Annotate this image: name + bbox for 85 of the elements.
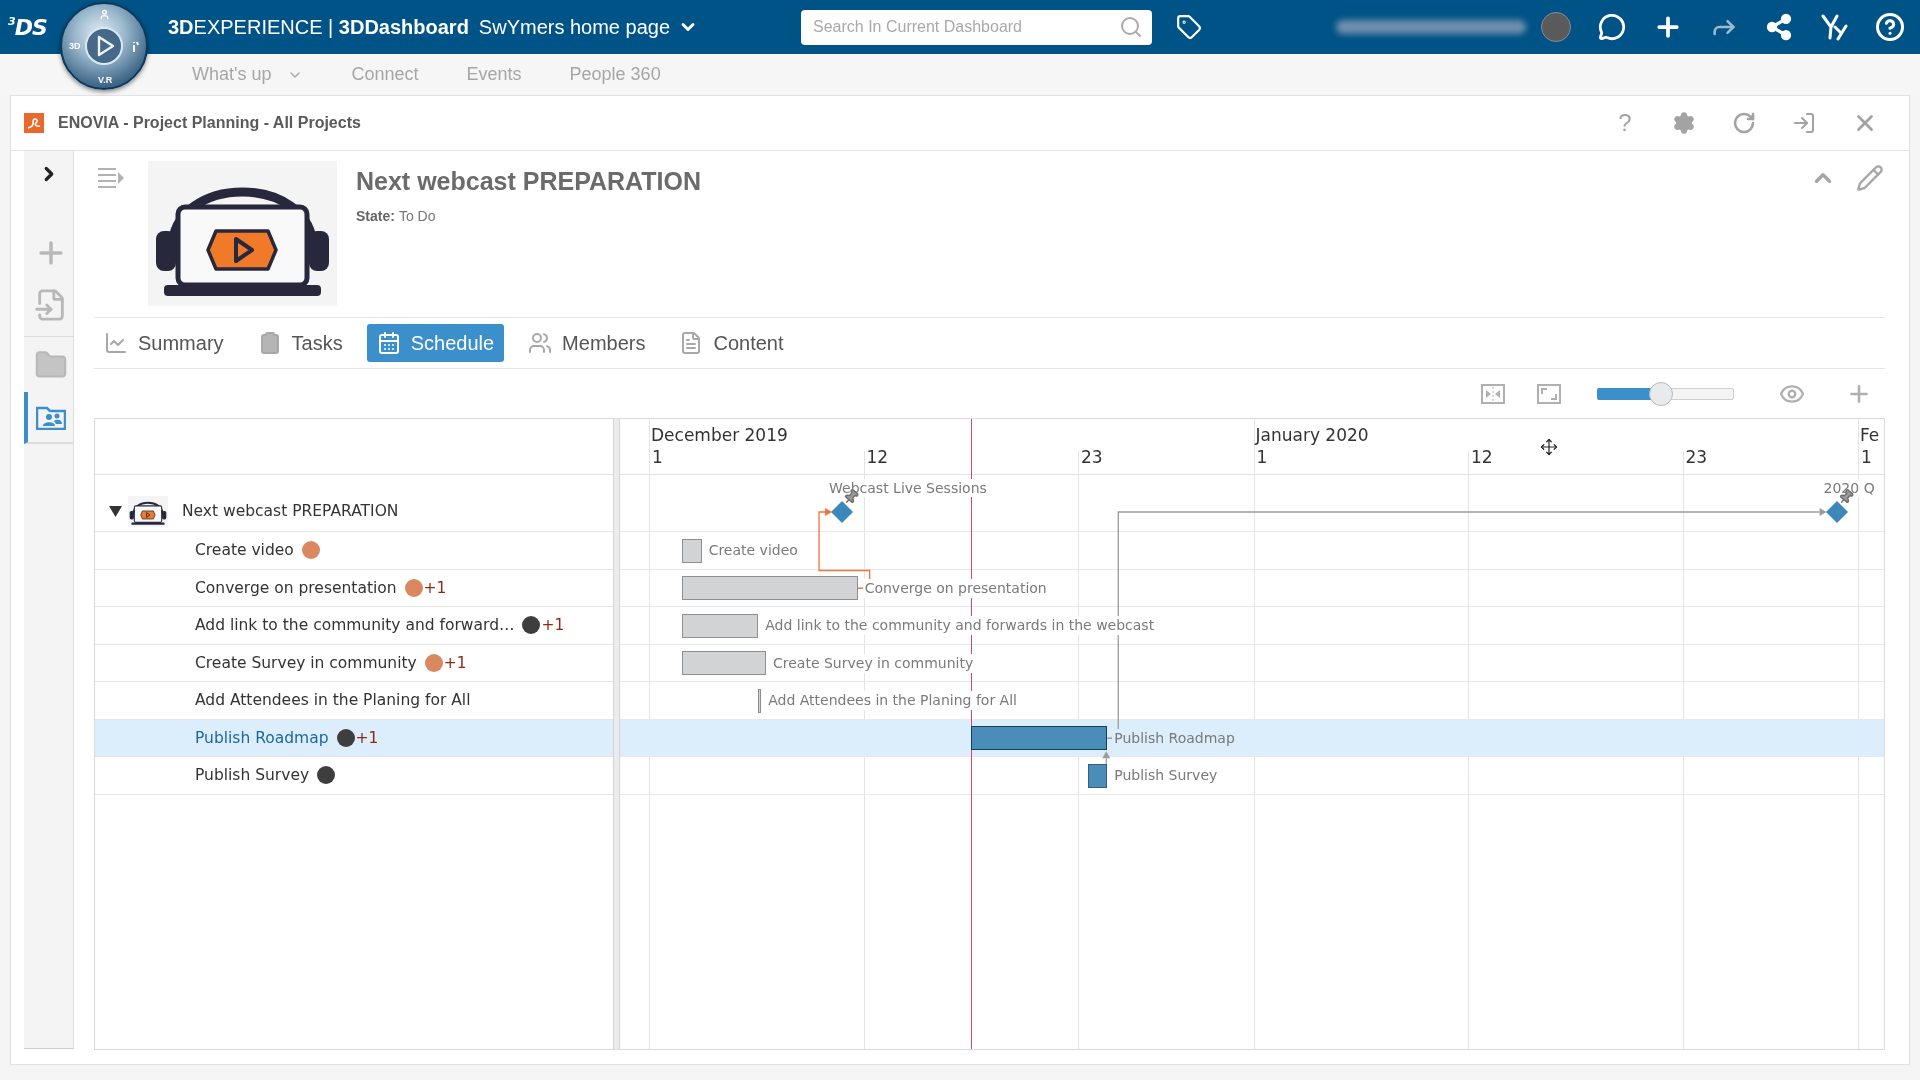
headphones-laptop-icon	[128, 495, 168, 527]
state-label: State:	[356, 208, 395, 224]
user-avatar[interactable]	[1541, 12, 1571, 42]
task-row[interactable]: Create video	[95, 532, 613, 570]
people-folder-icon	[35, 404, 66, 430]
task-name: Create video	[195, 541, 294, 560]
compass-label: 3D	[69, 42, 81, 51]
brand-logo: $^{3}$DS	[8, 15, 48, 39]
sidebar-item[interactable]	[24, 392, 73, 444]
slider-thumb[interactable]	[1649, 381, 1674, 406]
bar-label: Add link to the community and forwards in the webcast	[763, 616, 1157, 635]
task-name: Add Attendees in the Planing for All	[195, 691, 471, 710]
day-label: 12	[866, 447, 889, 467]
more-count: +1	[355, 728, 379, 747]
project-name: Next webcast PREPARATION	[182, 502, 399, 520]
project-row[interactable]: Next webcast PREPARATION	[95, 475, 613, 532]
line-chart-icon	[104, 331, 128, 355]
milestone-label: 2020 Q	[1823, 479, 1875, 497]
y-shape-icon[interactable]	[1820, 13, 1848, 41]
app-title: 3DEXPERIENCE | 3DDashboard	[168, 15, 469, 39]
bar-label: Add Attendees in the Planing for All	[766, 691, 1019, 710]
task-name: Create Survey in community	[195, 653, 417, 672]
task-name: Publish Survey	[195, 766, 310, 785]
task-row[interactable]: Create Survey in community +1	[95, 644, 613, 682]
task-bar[interactable]	[970, 726, 1108, 751]
tab[interactable]: Schedule	[366, 324, 505, 362]
chat-bubble-icon[interactable]	[1598, 13, 1626, 41]
milestone-diamond-icon[interactable]	[831, 501, 854, 523]
task-name: Add link to the community and forward…	[195, 616, 515, 635]
task-row[interactable]: Add Attendees in the Planing for All	[95, 682, 613, 720]
expand-triangle-icon[interactable]	[109, 505, 122, 517]
bar-label: Publish Survey	[1112, 766, 1220, 785]
task-name: Converge on presentation	[195, 578, 397, 597]
play-icon	[84, 26, 124, 66]
calendar-icon	[376, 331, 401, 355]
zoom-slider[interactable]	[1597, 381, 1734, 406]
task-row[interactable]: Add link to the community and forward… +1	[95, 607, 613, 645]
state-value: To Do	[398, 208, 436, 224]
list-indent-icon[interactable]	[97, 166, 125, 190]
more-count: +1	[423, 578, 447, 597]
compass-label: V.R	[98, 76, 113, 85]
person-icon	[99, 9, 110, 20]
day-label: 1	[652, 447, 663, 467]
month-label: Fe	[1860, 425, 1880, 445]
month-label: December 2019	[651, 425, 788, 445]
search-icon[interactable]	[1119, 14, 1143, 39]
search-field[interactable]: Search In Current Dashboard	[801, 9, 1152, 45]
compass-logo[interactable]: 3D V.R	[60, 2, 148, 90]
month-label: January 2020	[1255, 425, 1369, 445]
share-icon[interactable]	[1765, 13, 1793, 41]
widget-title: ENOVIA - Project Planning - All Projects	[58, 114, 361, 132]
bar-label: Create Survey in community	[771, 653, 976, 673]
pencil-icon[interactable]	[1856, 164, 1884, 192]
task-name: Publish Roadmap	[195, 728, 329, 747]
fit-columns-icon[interactable]	[1481, 383, 1505, 404]
tag-icon[interactable]	[1176, 14, 1202, 40]
project-title: Next webcast PREPARATION	[356, 167, 701, 196]
app-icon	[24, 113, 44, 133]
tab[interactable]: Summary	[94, 324, 234, 362]
refresh-icon[interactable]	[1732, 111, 1756, 135]
info-icon	[131, 41, 139, 53]
tab[interactable]: Content	[669, 324, 794, 362]
task-row[interactable]: Converge on presentation +1	[95, 569, 613, 607]
milestone-label: Webcast Live Sessions	[829, 479, 987, 497]
day-label: 23	[1685, 447, 1708, 467]
day-label: 1	[1256, 447, 1268, 467]
users-icon	[528, 331, 553, 355]
help-icon[interactable]	[1875, 12, 1905, 42]
milestone-diamond-icon[interactable]	[1825, 501, 1848, 523]
more-count: +1	[541, 616, 565, 635]
bar-label: Publish Roadmap	[1112, 728, 1237, 748]
day-label: 1	[1861, 447, 1872, 467]
task-row[interactable]: Publish Survey	[95, 757, 613, 795]
more-count: +1	[443, 653, 467, 672]
dashboard-menu[interactable]: SwYmers home page	[478, 15, 699, 39]
bar-label: Converge on presentation	[862, 578, 1049, 598]
day-label: 23	[1081, 447, 1103, 467]
settings-icon[interactable]	[1672, 111, 1696, 135]
tab[interactable]: Tasks	[247, 324, 353, 362]
sign-in-icon[interactable]	[1792, 111, 1816, 135]
expand-frame-icon[interactable]	[1537, 383, 1561, 404]
day-label: 12	[1471, 447, 1493, 467]
move-cursor-icon	[1540, 438, 1558, 456]
tab[interactable]: Members	[518, 324, 656, 362]
task-row[interactable]: Publish Roadmap +1	[95, 719, 613, 757]
